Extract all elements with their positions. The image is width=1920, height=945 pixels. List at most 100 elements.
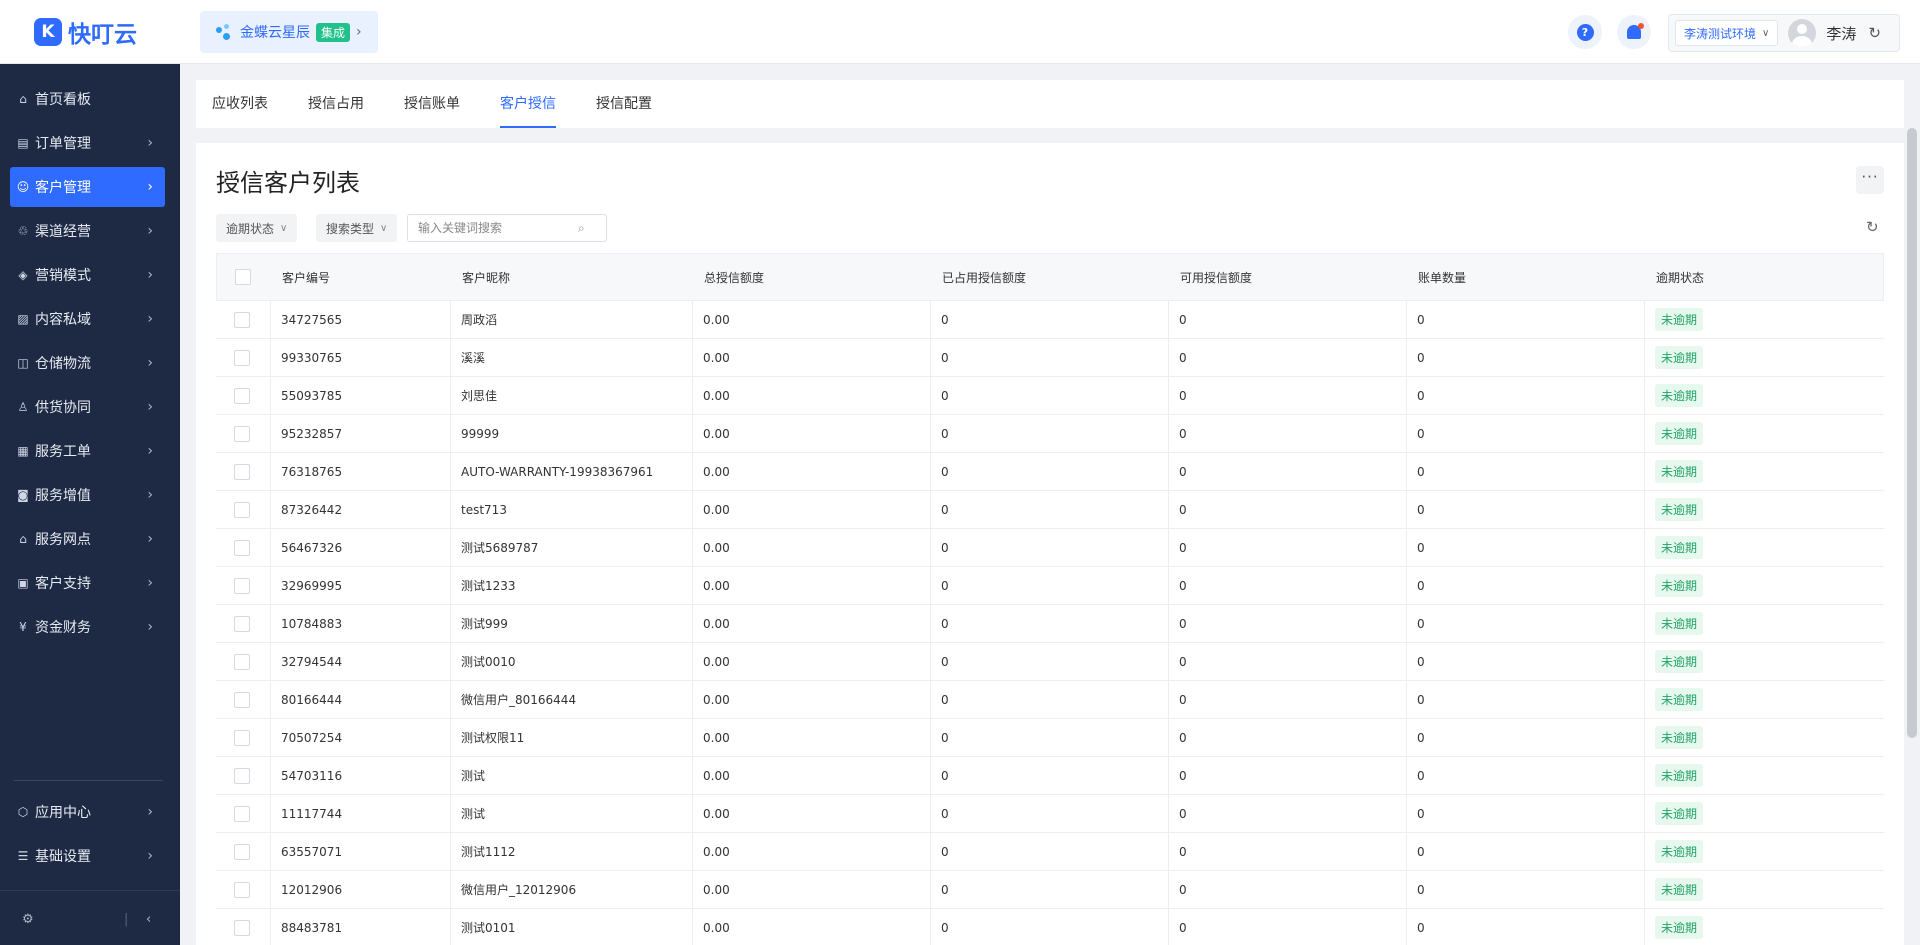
sidebar-item-dashboard[interactable]: ⌂ 首页看板 — [10, 79, 165, 119]
table-row[interactable]: 70507254 测试权限11 0.00 0 0 0 未逾期 — [216, 719, 1884, 757]
sidebar-item-label: 基础设置 — [35, 849, 91, 865]
refresh-icon[interactable]: ↻ — [1866, 218, 1879, 236]
sidebar-item-settings[interactable]: ☰ 基础设置 › — [10, 836, 165, 876]
sidebar-item-orders[interactable]: ▤ 订单管理 › — [10, 123, 165, 163]
select-all-checkbox[interactable] — [235, 269, 251, 285]
table-row[interactable]: 56467326 测试5689787 0.00 0 0 0 未逾期 — [216, 529, 1884, 567]
scrollbar-thumb[interactable] — [1907, 128, 1917, 738]
row-checkbox[interactable] — [234, 577, 250, 594]
search-icon[interactable]: ⌕ — [578, 221, 585, 236]
search-type-filter[interactable]: 搜索类型 ∨ — [316, 214, 398, 242]
customer-id-cell: 11117744 — [271, 795, 451, 832]
gear-icon[interactable]: ⚙ — [22, 904, 34, 934]
sidebar-item-channels[interactable]: ♲ 渠道经营 › — [10, 211, 165, 251]
table-row[interactable]: 80166444 微信用户_80166444 0.00 0 0 0 未逾期 — [216, 681, 1884, 719]
table-row[interactable]: 76318765 AUTO-WARRANTY-19938367961 0.00 0 0 0… — [216, 453, 1884, 491]
table-row[interactable]: 99330765 溪溪 0.00 0 0 0 未逾期 — [216, 339, 1884, 377]
table-row[interactable]: 10784883 测试999 0.00 0 0 0 未逾期 — [216, 605, 1884, 643]
yuan-icon: ¥ — [19, 620, 27, 634]
table-row[interactable]: 12012906 微信用户_12012906 0.00 0 0 0 未逾期 — [216, 871, 1884, 909]
status-badge: 未逾期 — [1655, 612, 1704, 635]
row-checkbox[interactable] — [234, 805, 250, 822]
table-row[interactable]: 88483781 测试0101 0.00 0 0 0 未逾期 — [216, 909, 1884, 945]
integration-switcher[interactable]: 金蝶云星辰 集成 › — [200, 11, 378, 53]
table-row[interactable]: 87326442 test713 0.00 0 0 0 未逾期 — [216, 491, 1884, 529]
row-checkbox[interactable] — [234, 463, 250, 480]
table-row[interactable]: 11117744 测试 0.00 0 0 0 未逾期 — [216, 795, 1884, 833]
table-row[interactable]: 32969995 测试1233 0.00 0 0 0 未逾期 — [216, 567, 1884, 605]
environment-select[interactable]: 李涛测试环境 ∨ — [1675, 20, 1779, 46]
table-row[interactable]: 54703116 测试 0.00 0 0 0 未逾期 — [216, 757, 1884, 795]
table-row[interactable]: 34727565 周政滔 0.00 0 0 0 未逾期 — [216, 301, 1884, 339]
row-checkbox[interactable] — [234, 349, 250, 366]
row-checkbox[interactable] — [234, 919, 250, 936]
sidebar-item-app-center[interactable]: ⬡ 应用中心 › — [10, 792, 165, 832]
tab-credit-bills[interactable]: 授信账单 — [404, 80, 460, 128]
sidebar-item-marketing[interactable]: ◈ 营销模式 › — [10, 255, 165, 295]
row-checkbox[interactable] — [234, 653, 250, 670]
sidebar-item-content[interactable]: ▨ 内容私域 › — [10, 299, 165, 339]
notification-button[interactable] — [1617, 15, 1651, 49]
customer-nickname-cell: 测试 — [451, 757, 693, 794]
user-name[interactable]: 李涛 — [1826, 23, 1856, 44]
table-row[interactable]: 55093785 刘思佳 0.00 0 0 0 未逾期 — [216, 377, 1884, 415]
total-credit-cell: 0.00 — [693, 719, 931, 756]
row-checkbox[interactable] — [234, 387, 250, 404]
row-checkbox[interactable] — [234, 729, 250, 746]
overdue-status-cell: 未逾期 — [1645, 529, 1884, 566]
sidebar-divider — [14, 780, 163, 781]
row-checkbox[interactable] — [234, 615, 250, 632]
sidebar-item-customers[interactable]: ☺ 客户管理 › — [10, 167, 165, 207]
row-checkbox[interactable] — [234, 425, 250, 442]
filter-label: 逾期状态 — [226, 221, 275, 236]
customer-id-cell: 80166444 — [271, 681, 451, 718]
overdue-status-cell: 未逾期 — [1645, 605, 1884, 642]
sidebar-item-warehouse[interactable]: ◫ 仓储物流 › — [10, 343, 165, 383]
app-logo[interactable]: K 快叮云 — [34, 16, 137, 48]
total-credit-cell: 0.00 — [693, 833, 931, 870]
status-badge: 未逾期 — [1655, 422, 1704, 445]
collapse-sidebar-icon[interactable]: ‹ — [146, 904, 151, 934]
sidebar-item-value-added[interactable]: ◙ 服务增值 › — [10, 475, 165, 515]
row-checkbox[interactable] — [234, 881, 250, 898]
row-checkbox[interactable] — [234, 539, 250, 556]
customer-nickname-cell: 测试0010 — [451, 643, 693, 680]
row-checkbox[interactable] — [234, 501, 250, 518]
row-checkbox[interactable] — [234, 691, 250, 708]
row-select-cell — [216, 567, 271, 604]
tabs-bar: 应收列表 授信占用 授信账单 客户授信 授信配置 — [196, 80, 1904, 128]
tab-receivables[interactable]: 应收列表 — [212, 80, 268, 128]
total-credit-cell: 0.00 — [693, 529, 931, 566]
environment-label: 李涛测试环境 — [1684, 26, 1757, 41]
logo-mark-icon: K — [34, 18, 62, 46]
refresh-icon[interactable]: ↻ — [1868, 24, 1881, 42]
table-row[interactable]: 95232857 99999 0.00 0 0 0 未逾期 — [216, 415, 1884, 453]
avatar[interactable] — [1788, 19, 1817, 47]
more-options-button[interactable]: ··· — [1856, 166, 1884, 194]
row-checkbox[interactable] — [234, 311, 250, 328]
overdue-status-filter[interactable]: 逾期状态 ∨ — [216, 214, 298, 242]
sidebar-item-supply[interactable]: ♙ 供货协同 › — [10, 387, 165, 427]
help-button[interactable]: ? — [1568, 15, 1602, 49]
chevron-right-icon: › — [147, 179, 153, 195]
available-credit-cell: 0 — [1169, 529, 1407, 566]
sidebar-item-support[interactable]: ▣ 客户支持 › — [10, 563, 165, 603]
row-select-cell — [216, 719, 271, 756]
filter-label: 搜索类型 — [326, 221, 375, 236]
tab-credit-usage[interactable]: 授信占用 — [308, 80, 364, 128]
row-checkbox[interactable] — [234, 843, 250, 860]
row-checkbox[interactable] — [234, 767, 250, 784]
total-credit-cell: 0.00 — [693, 377, 931, 414]
overdue-status-cell: 未逾期 — [1645, 757, 1884, 794]
tab-customer-credit[interactable]: 客户授信 — [500, 80, 556, 128]
sidebar-item-finance[interactable]: ¥ 资金财务 › — [10, 607, 165, 647]
page-scrollbar[interactable] — [1904, 128, 1920, 945]
search-input[interactable] — [418, 221, 578, 235]
status-badge: 未逾期 — [1655, 384, 1704, 407]
table-row[interactable]: 32794544 测试0010 0.00 0 0 0 未逾期 — [216, 643, 1884, 681]
row-select-cell — [216, 339, 271, 376]
tab-credit-config[interactable]: 授信配置 — [596, 80, 652, 128]
table-row[interactable]: 63557071 测试1112 0.00 0 0 0 未逾期 — [216, 833, 1884, 871]
sidebar-item-service-tickets[interactable]: ▦ 服务工单 › — [10, 431, 165, 471]
sidebar-item-service-points[interactable]: ⌂ 服务网点 › — [10, 519, 165, 559]
